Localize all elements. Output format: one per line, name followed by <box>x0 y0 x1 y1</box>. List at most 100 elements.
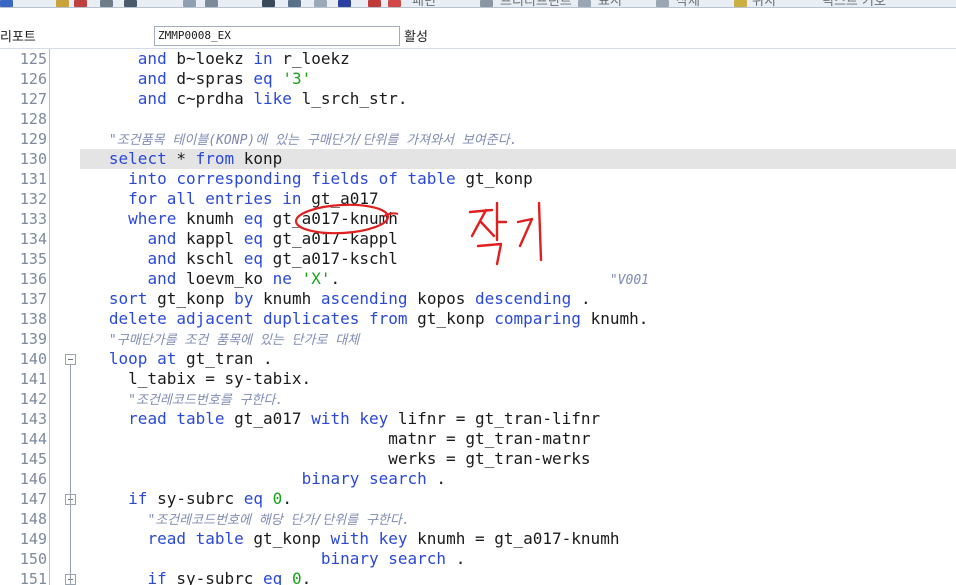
toolbar-text-symbols[interactable]: 릭스트 기호 <box>822 0 886 7</box>
keyword-token: eq <box>243 209 264 228</box>
code-line[interactable]: 135 and kschl eq gt_a017-kschl <box>0 249 956 269</box>
code-line[interactable]: 130 select * from konp <box>0 149 956 169</box>
code-line[interactable]: 146 binary search . <box>0 469 956 489</box>
check-icon[interactable] <box>100 0 113 7</box>
code-line[interactable]: 126 and d~spras eq '3' <box>0 69 956 89</box>
code-text[interactable]: for all entries in gt_a017 <box>80 189 956 209</box>
tool-icon[interactable] <box>74 0 87 7</box>
code-line[interactable]: 129 "조건품목 테이블(KONP)에 있는 구매단가/단위를 가져와서 보여… <box>0 129 956 149</box>
code-text[interactable]: and b~loekz in r_loekz <box>80 49 956 69</box>
line-number: 147 <box>19 490 47 508</box>
code-text[interactable]: sort gt_konp by knumh ascending kopos de… <box>80 289 956 309</box>
code-text[interactable]: where knumh eq gt_a017-knumh <box>80 209 956 229</box>
stop-icon[interactable] <box>368 0 381 7</box>
line-number: 133 <box>19 210 47 228</box>
up-icon[interactable] <box>183 0 196 7</box>
display-icon[interactable] <box>578 0 591 7</box>
arrow-icon[interactable] <box>0 0 13 7</box>
code-line[interactable]: 131 into corresponding fields of table g… <box>0 169 956 189</box>
code-line[interactable]: 134 and kappl eq gt_a017-kappl <box>0 229 956 249</box>
line-number: 146 <box>19 470 47 488</box>
code-editor[interactable]: 125 and b~loekz in r_loekz 126 and d~spra… <box>0 49 956 585</box>
code-text[interactable]: and c~prdha like l_srch_str. <box>80 89 956 109</box>
code-line[interactable]: 139 "구매단가를 조건 품목에 있는 단가로 대체 <box>0 329 956 349</box>
code-line[interactable]: 151 if sy-subrc eq 0. <box>0 569 956 585</box>
code-line[interactable]: 150 binary search . <box>0 549 956 569</box>
collapse-block-icon[interactable] <box>65 354 76 365</box>
code-text[interactable]: "조건레코드번호를 구한다. <box>80 389 956 409</box>
layout-icon[interactable] <box>262 0 275 7</box>
pretty-print-icon[interactable] <box>480 0 493 7</box>
toolbar-delete[interactable]: 삭제 <box>676 0 700 7</box>
code-line[interactable]: 128 <box>0 109 956 129</box>
edit-icon[interactable] <box>56 0 69 7</box>
code-line[interactable]: 132 for all entries in gt_a017 <box>0 189 956 209</box>
code-text[interactable] <box>80 109 956 129</box>
code-line[interactable]: 143 read table gt_a017 with key lifnr = … <box>0 409 956 429</box>
toolbar-pretty-print[interactable]: 프리티프린트 <box>500 0 572 7</box>
toolbar-position[interactable]: 위치 <box>752 0 776 7</box>
info-icon[interactable] <box>338 0 351 7</box>
code-token: matnr = gt_tran-matnr <box>80 429 591 448</box>
code-token: knumh = gt_a017-knumh <box>407 529 620 548</box>
keyword-token: and <box>147 269 177 288</box>
window-icon[interactable] <box>314 0 327 7</box>
code-token: knumh. <box>580 309 649 328</box>
keyword-token: and <box>137 69 167 88</box>
code-token: . <box>282 489 292 508</box>
toolbar-pattern[interactable]: 패턴 <box>412 0 436 7</box>
code-token: gt_a017-kschl <box>263 249 398 268</box>
code-text[interactable]: select * from konp <box>80 149 956 169</box>
code-text[interactable]: and kschl eq gt_a017-kschl <box>80 249 956 269</box>
tree-icon[interactable] <box>288 0 301 7</box>
code-line[interactable]: 138 delete adjacent duplicates from gt_k… <box>0 309 956 329</box>
code-text[interactable]: read table gt_a017 with key lifnr = gt_t… <box>80 409 956 429</box>
code-line[interactable]: 140 loop at gt_tran . <box>0 349 956 369</box>
code-text[interactable]: read table gt_konp with key knumh = gt_a… <box>80 529 956 549</box>
code-token: gt_konp <box>147 289 235 308</box>
activate-icon[interactable] <box>124 0 137 7</box>
code-text[interactable]: binary search . <box>80 469 956 489</box>
code-text[interactable]: loop at gt_tran . <box>80 349 956 369</box>
code-text[interactable]: "구매단가를 조건 품목에 있는 단가로 대체 <box>80 329 956 349</box>
code-line[interactable]: 147 if sy-subrc eq 0. <box>0 489 956 509</box>
code-line[interactable]: 149 read table gt_konp with key knumh = … <box>0 529 956 549</box>
toolbar-display[interactable]: 표시 <box>598 0 622 7</box>
code-text[interactable]: and kappl eq gt_a017-kappl <box>80 229 956 249</box>
keyword-token: read table <box>128 409 225 428</box>
code-text[interactable]: binary search . <box>80 549 956 569</box>
code-line[interactable]: 142 "조건레코드번호를 구한다. <box>0 389 956 409</box>
breakpoint-icon[interactable] <box>388 0 401 7</box>
code-text[interactable]: matnr = gt_tran-matnr <box>80 429 956 449</box>
code-line[interactable]: 141 l_tabix = sy-tabix. <box>0 369 956 389</box>
code-text[interactable]: werks = gt_tran-werks <box>80 449 956 469</box>
code-text[interactable]: if sy-subrc eq 0. <box>80 489 956 509</box>
code-text[interactable]: and loevm_ko ne 'X'. "V001 <box>80 269 956 289</box>
code-line[interactable]: 145 werks = gt_tran-werks <box>0 449 956 469</box>
code-line[interactable]: 148 "조건레코드번호에 해당 단가/단위를 구한다. <box>0 509 956 529</box>
code-token: sy-subrc <box>147 489 244 508</box>
code-line[interactable]: 136 and loevm_ko ne 'X'. "V001 <box>0 269 956 289</box>
hierarchy-icon[interactable] <box>205 0 218 7</box>
code-text[interactable]: "조건품목 테이블(KONP)에 있는 구매단가/단위를 가져와서 보여준다. <box>80 129 956 149</box>
delete-icon[interactable] <box>656 0 669 7</box>
position-icon[interactable] <box>734 0 747 7</box>
code-token: l_srch_str. <box>291 89 408 108</box>
code-text[interactable]: if sy-subrc eq 0. <box>80 569 956 585</box>
code-text[interactable]: "조건레코드번호에 해당 단가/단위를 구한다. <box>80 509 956 529</box>
code-text[interactable]: into corresponding fields of table gt_ko… <box>80 169 956 189</box>
code-token: * <box>166 149 196 168</box>
code-line[interactable]: 127 and c~prdha like l_srch_str. <box>0 89 956 109</box>
code-line[interactable]: 144 matnr = gt_tran-matnr <box>0 429 956 449</box>
code-line[interactable]: 133 where knumh eq gt_a017-knumh <box>0 209 956 229</box>
code-text[interactable]: delete adjacent duplicates from gt_konp … <box>80 309 956 329</box>
code-token: gt_tran . <box>176 349 273 368</box>
code-line[interactable]: 125 and b~loekz in r_loekz <box>0 49 956 69</box>
code-line[interactable]: 137 sort gt_konp by knumh ascending kopo… <box>0 289 956 309</box>
line-number: 125 <box>19 50 47 68</box>
code-text[interactable]: l_tabix = sy-tabix. <box>80 369 956 389</box>
code-text[interactable]: and d~spras eq '3' <box>80 69 956 89</box>
